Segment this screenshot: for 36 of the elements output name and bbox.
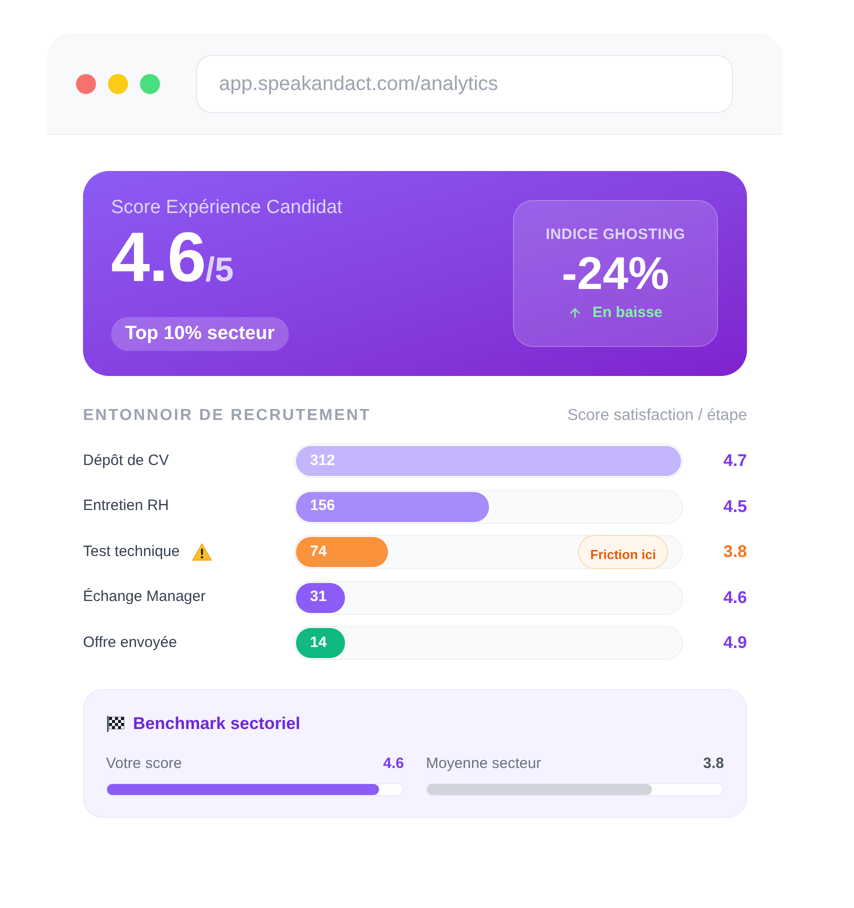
stage-score: 4.9 bbox=[722, 632, 747, 654]
stage-label: Entretien RH bbox=[83, 496, 169, 516]
address-bar[interactable]: app.speakandact.com/analytics bbox=[196, 54, 733, 112]
section-title: ENTONNOIR DE RECRUTEMENT bbox=[83, 406, 371, 426]
benchmark-title: Benchmark sectoriel bbox=[133, 713, 300, 736]
count-label: 156 bbox=[310, 496, 336, 516]
window-minimize-icon[interactable] bbox=[108, 74, 128, 94]
stage-score: 4.6 bbox=[722, 586, 747, 609]
count-label: 14 bbox=[310, 632, 327, 653]
checkered-flag-icon bbox=[106, 716, 125, 732]
score-value: 4.6/5 bbox=[111, 226, 234, 298]
window-close-icon[interactable] bbox=[76, 74, 96, 94]
stage-label: Échange Manager bbox=[83, 587, 206, 608]
stage-score: 4.5 bbox=[722, 496, 747, 518]
count-label: 31 bbox=[310, 587, 327, 608]
count-label: 74 bbox=[310, 542, 327, 562]
stage-label: Dépôt de CV bbox=[83, 450, 169, 471]
stage-label: Offre envoyée bbox=[83, 632, 177, 653]
arrow-up-icon bbox=[568, 306, 582, 320]
metric-label: Votre score bbox=[106, 754, 182, 774]
metric-value: 4.6 bbox=[383, 754, 404, 774]
trend-label: En baisse bbox=[592, 304, 663, 322]
stage-label: Test technique bbox=[83, 542, 180, 562]
metric-value: 3.8 bbox=[703, 754, 724, 774]
section-subtitle: Score satisfaction / étape bbox=[567, 406, 747, 426]
warning-icon bbox=[192, 543, 212, 561]
stage-score: 4.7 bbox=[722, 450, 747, 472]
metric-label: Moyenne secteur bbox=[426, 754, 542, 774]
window-maximize-icon[interactable] bbox=[140, 74, 160, 94]
stage-score: 3.8 bbox=[722, 541, 747, 564]
ghosting-label: INDICE GHOSTING bbox=[546, 226, 686, 244]
ghosting-value: -24% bbox=[562, 248, 670, 298]
rank-badge: Top 10% secteur bbox=[111, 317, 289, 351]
count-label: 312 bbox=[310, 450, 336, 471]
friction-tag: Friction ici bbox=[578, 535, 668, 569]
score-title: Score Expérience Candidat bbox=[111, 196, 342, 220]
